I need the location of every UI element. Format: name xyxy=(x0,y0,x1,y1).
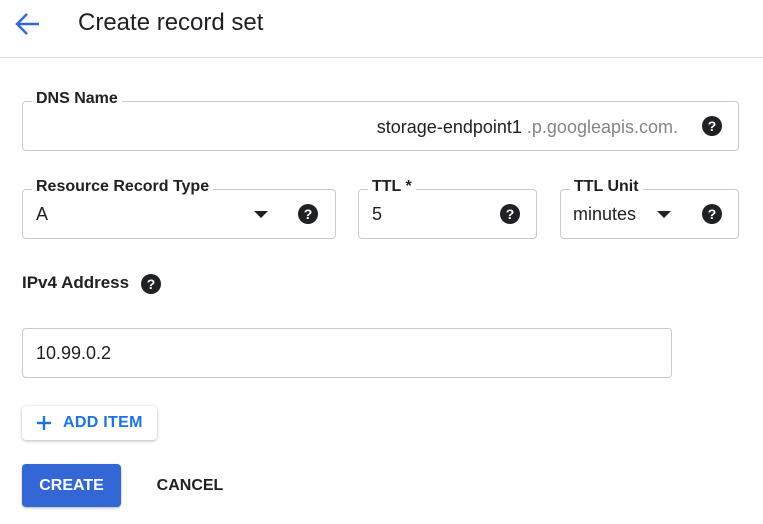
plus-icon xyxy=(37,416,51,430)
svg-text:?: ? xyxy=(708,206,717,222)
help-icon[interactable]: ? xyxy=(141,274,161,294)
svg-text:?: ? xyxy=(147,276,156,292)
record-type-label: Resource Record Type xyxy=(32,177,214,197)
ttl-field[interactable]: TTL * 5 ? xyxy=(358,177,537,239)
ipv4-field[interactable]: 10.99.0.2 xyxy=(22,328,672,378)
ttl-unit-label: TTL Unit xyxy=(570,177,643,197)
svg-text:?: ? xyxy=(708,118,717,134)
dns-name-suffix: .p.googleapis.com. xyxy=(526,117,678,137)
help-icon[interactable]: ? xyxy=(500,204,520,224)
svg-text:?: ? xyxy=(506,206,515,222)
help-icon[interactable]: ? xyxy=(298,204,318,224)
record-type-value: A xyxy=(36,204,49,224)
page-title: Create record set xyxy=(78,9,264,36)
add-item-button[interactable]: ADD ITEM xyxy=(22,406,157,440)
dns-name-field[interactable]: DNS Name storage-endpoint1 .p.googleapis… xyxy=(22,89,739,151)
page-header: Create record set xyxy=(0,0,763,58)
ipv4-section: IPv4 Address xyxy=(22,273,129,293)
dns-name-input[interactable]: storage-endpoint1 xyxy=(377,117,522,137)
ttl-input[interactable]: 5 xyxy=(372,203,382,225)
dns-name-value-wrap: storage-endpoint1 .p.googleapis.com. xyxy=(377,116,678,138)
svg-text:?: ? xyxy=(304,206,313,222)
chevron-down-icon xyxy=(254,211,268,218)
ttl-unit-value: minutes xyxy=(573,204,637,224)
ttl-unit-select[interactable]: TTL Unit minutes ? xyxy=(560,177,739,239)
back-arrow-icon[interactable] xyxy=(14,11,42,37)
add-item-label: ADD ITEM xyxy=(63,414,143,431)
help-icon[interactable]: ? xyxy=(702,204,722,224)
ttl-label: TTL * xyxy=(368,177,416,197)
cancel-button[interactable]: CANCEL xyxy=(140,464,240,507)
create-button[interactable]: CREATE xyxy=(22,464,121,507)
help-icon[interactable]: ? xyxy=(702,116,722,136)
ipv4-label: IPv4 Address xyxy=(22,273,130,292)
chevron-down-icon xyxy=(657,211,671,218)
dns-name-label: DNS Name xyxy=(32,89,122,109)
record-type-select[interactable]: Resource Record Type A ? xyxy=(22,177,336,239)
ipv4-input[interactable]: 10.99.0.2 xyxy=(36,342,111,364)
